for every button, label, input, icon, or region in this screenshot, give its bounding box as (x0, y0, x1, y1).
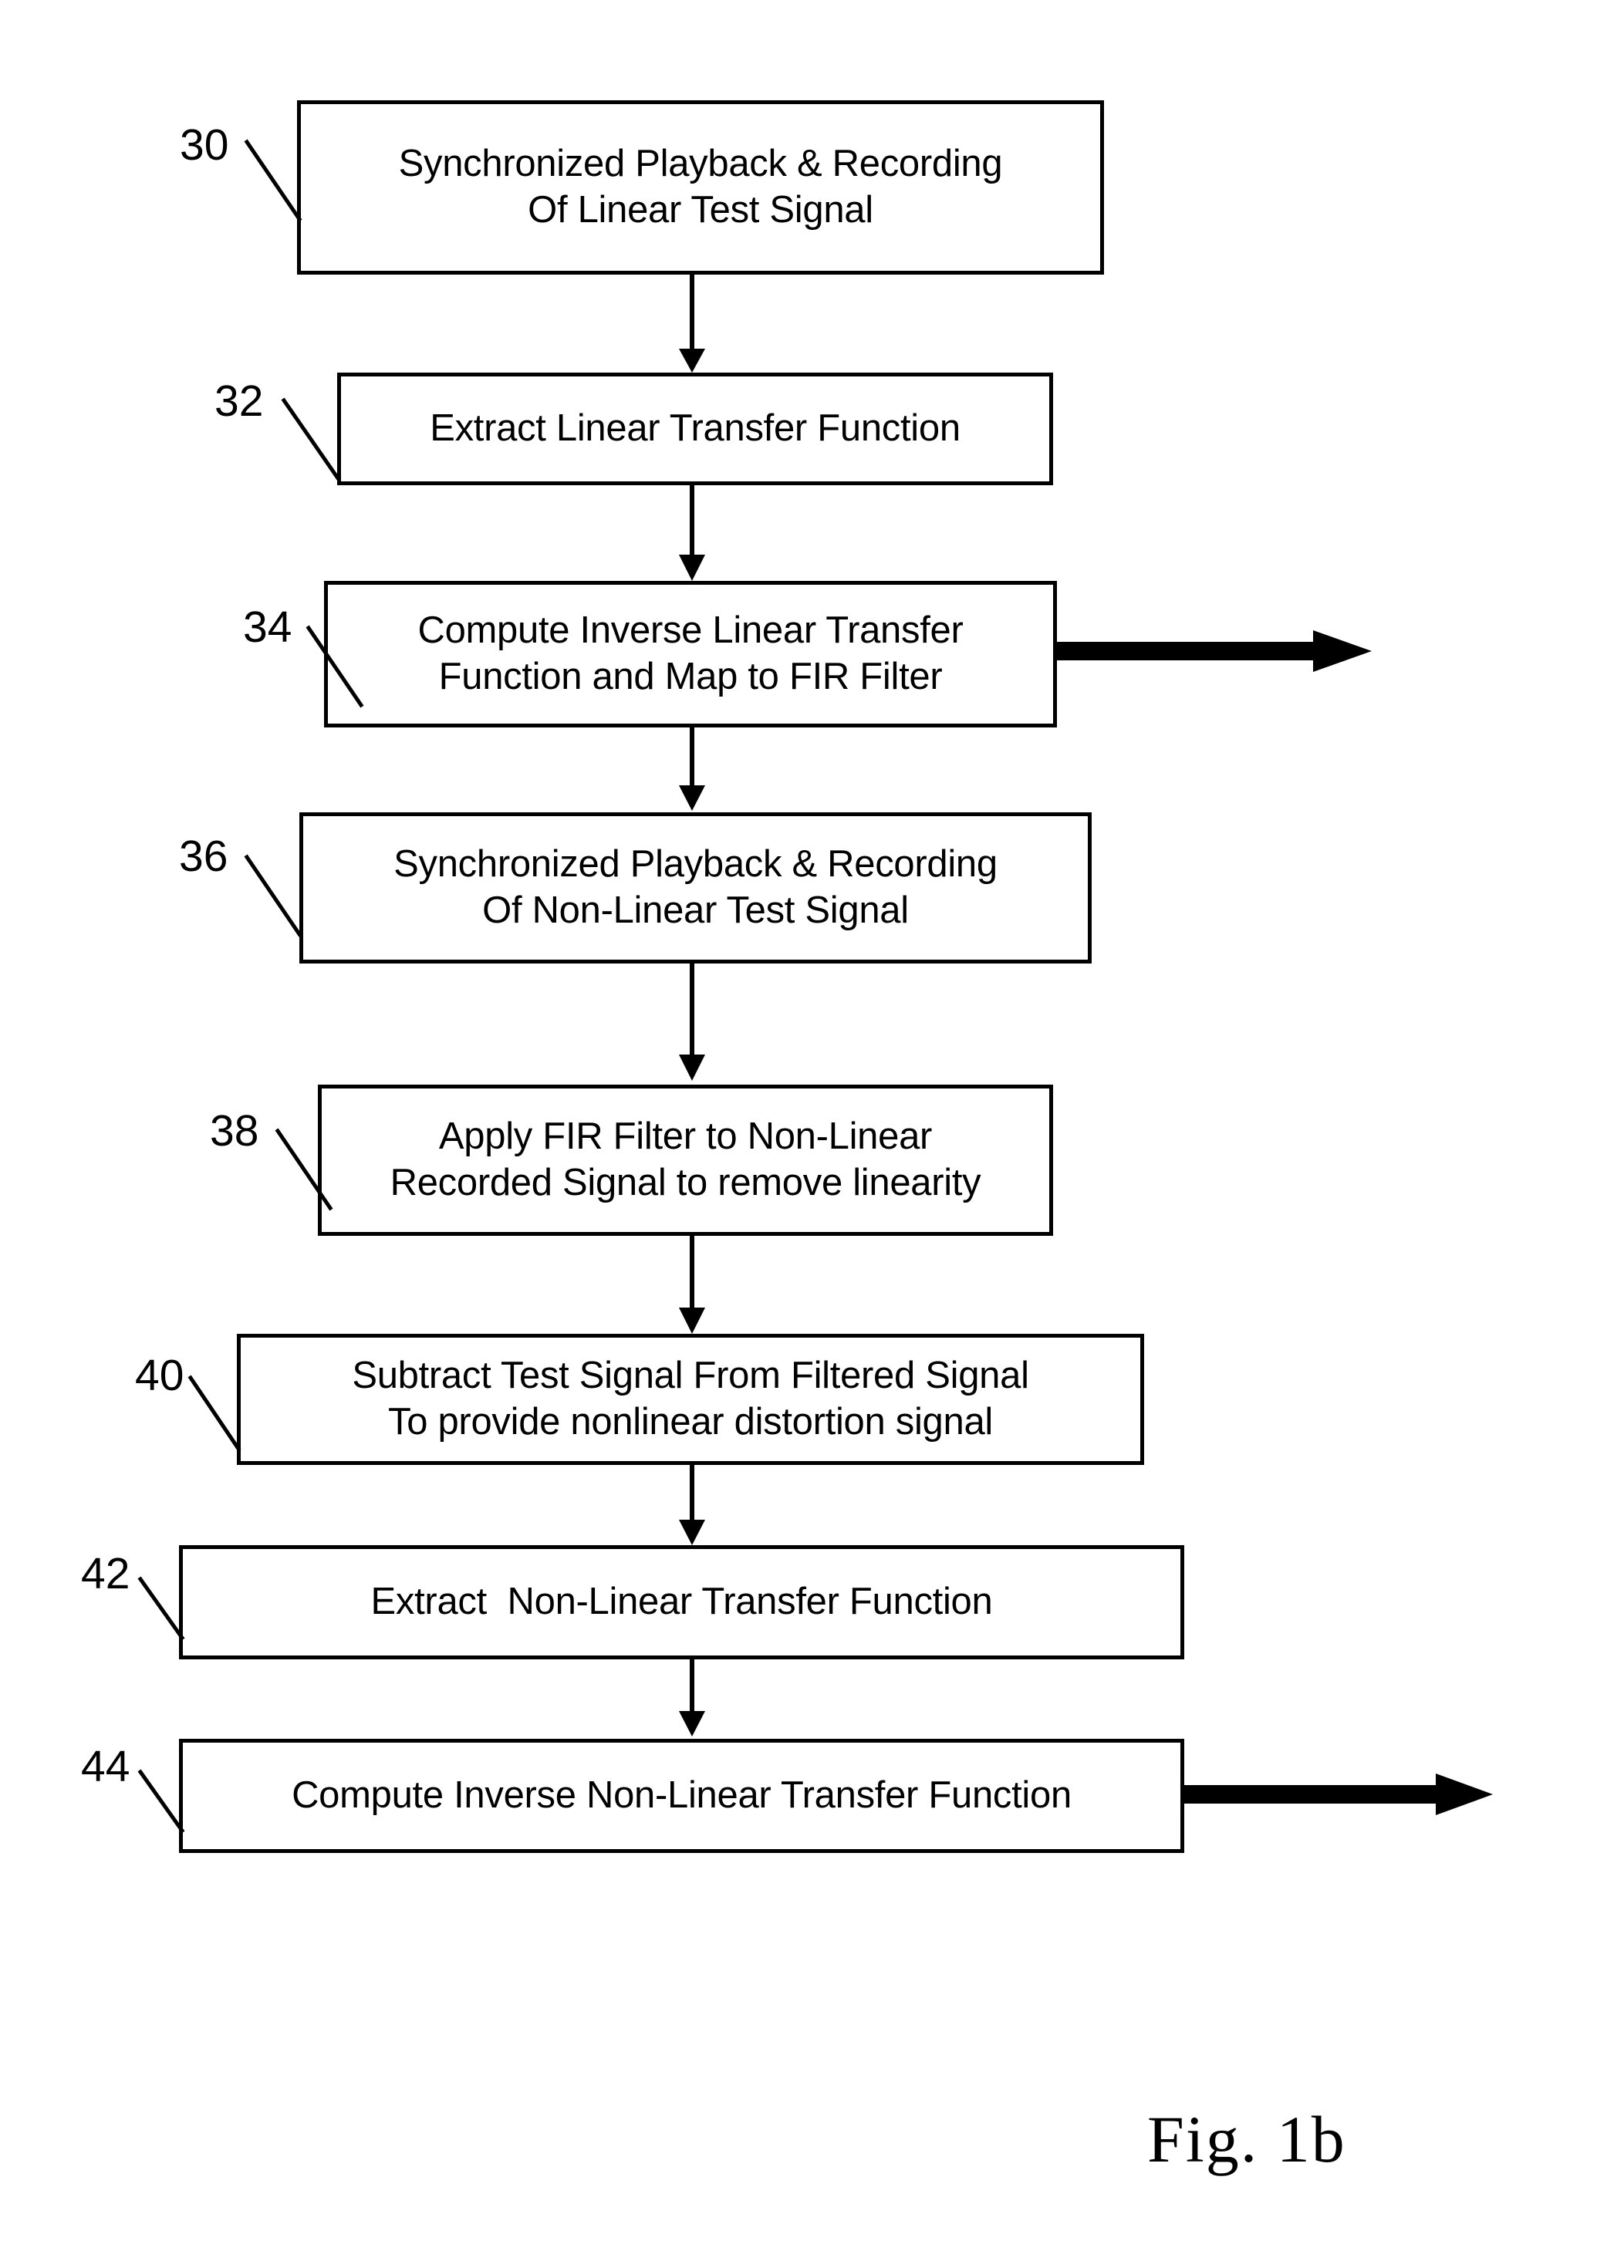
connector-40-to-42 (679, 1465, 705, 1545)
reference-numeral-38: 38 (210, 1106, 259, 1156)
connector-32-to-34 (679, 485, 705, 581)
process-box-36-line-1: Synchronized Playback & Recording (393, 843, 998, 886)
process-box-32-line-1: Extract Linear Transfer Function (430, 407, 961, 450)
process-box-38-line-2: Recorded Signal to remove linearity (390, 1162, 981, 1203)
process-box-36-line-2: Of Non-Linear Test Signal (482, 889, 909, 931)
process-box-34-line-1: Compute Inverse Linear Transfer (417, 609, 964, 652)
process-box-32: Extract Linear Transfer Function (337, 373, 1053, 485)
process-box-44-line-1: Compute Inverse Non-Linear Transfer Func… (292, 1774, 1072, 1817)
process-box-44: Compute Inverse Non-Linear Transfer Func… (179, 1739, 1184, 1853)
process-box-34-line-2: Function and Map to FIR Filter (438, 656, 943, 697)
process-box-30-line-1: Synchronized Playback & Recording (398, 143, 1003, 185)
process-box-40: Subtract Test Signal From Filtered Signa… (237, 1334, 1144, 1465)
leader-line-38 (275, 1128, 333, 1211)
reference-numeral-30: 30 (180, 120, 229, 170)
reference-numeral-34: 34 (243, 602, 292, 652)
process-box-42-line-1: Extract Non-Linear Transfer Function (370, 1581, 993, 1623)
leader-line-40 (187, 1375, 241, 1452)
output-arrow-from-44 (1181, 1774, 1493, 1815)
connector-42-to-44 (679, 1659, 705, 1736)
connector-38-to-40 (679, 1236, 705, 1334)
reference-numeral-42: 42 (81, 1549, 130, 1598)
process-box-40-line-1: Subtract Test Signal From Filtered Signa… (352, 1355, 1029, 1397)
figure-caption: Fig. 1b (1147, 2102, 1346, 2176)
connector-30-to-32 (679, 275, 705, 373)
reference-numeral-40: 40 (135, 1351, 184, 1400)
output-arrow-from-34 (1054, 630, 1372, 672)
connector-34-to-36 (679, 727, 705, 811)
process-box-30-line-2: Of Linear Test Signal (528, 189, 873, 231)
connector-36-to-38 (679, 964, 705, 1081)
process-box-38: Apply FIR Filter to Non-Linear Recorded … (318, 1085, 1053, 1236)
process-box-34: Compute Inverse Linear Transfer Function… (324, 581, 1057, 727)
reference-numeral-36: 36 (179, 832, 228, 881)
reference-numeral-32: 32 (214, 376, 264, 426)
process-box-38-line-1: Apply FIR Filter to Non-Linear (438, 1115, 933, 1158)
leader-line-44 (137, 1769, 185, 1834)
reference-numeral-44: 44 (81, 1742, 130, 1791)
leader-line-34 (306, 625, 364, 708)
leader-line-32 (281, 397, 341, 481)
leader-line-42 (137, 1576, 185, 1641)
figure-canvas: Synchronized Playback & Recording Of Lin… (0, 0, 1624, 2268)
leader-line-36 (244, 854, 302, 937)
leader-line-30 (244, 139, 302, 222)
process-box-36: Synchronized Playback & Recording Of Non… (299, 812, 1092, 964)
process-box-30: Synchronized Playback & Recording Of Lin… (297, 100, 1104, 275)
process-box-42: Extract Non-Linear Transfer Function (179, 1545, 1184, 1659)
process-box-40-line-2: To provide nonlinear distortion signal (388, 1401, 993, 1443)
